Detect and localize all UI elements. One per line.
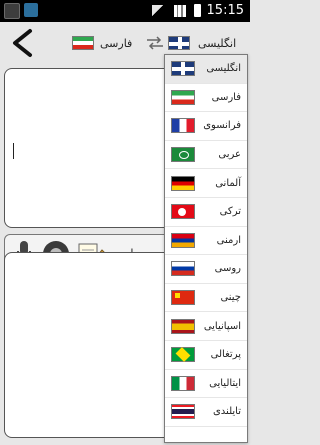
language-option-label: اسپانیایی xyxy=(203,320,241,332)
app-icon xyxy=(24,3,38,17)
language-option-russian[interactable]: روسی xyxy=(165,255,247,284)
brazil-flag-icon xyxy=(171,347,195,363)
language-option-label: ترکی xyxy=(219,206,241,218)
text-caret xyxy=(13,143,14,159)
iran-flag-icon xyxy=(72,36,94,50)
language-option-persian[interactable]: فارسی xyxy=(165,84,247,113)
armenia-flag-icon xyxy=(171,232,195,248)
france-flag-icon xyxy=(171,118,195,134)
status-bar-left-icons xyxy=(4,3,38,19)
language-option-italian[interactable]: ایتالیایی xyxy=(165,370,247,399)
swap-arrows-icon[interactable] xyxy=(146,36,164,50)
chevron-left-icon xyxy=(13,29,32,57)
language-option-spanish[interactable]: اسپانیایی xyxy=(165,312,247,341)
language-option-thai[interactable]: تایلندی xyxy=(165,398,247,427)
language-option-chinese[interactable]: چینی xyxy=(165,284,247,313)
language-option-label: پرتغالی xyxy=(210,349,241,361)
to-language-label: انگلیسی xyxy=(198,36,237,50)
language-option-label: انگلیسی xyxy=(206,63,241,75)
language-option-label: فارسی xyxy=(211,91,241,103)
italy-flag-icon xyxy=(171,375,195,391)
language-option-label: ارمنی xyxy=(216,234,241,246)
china-flag-icon xyxy=(171,290,195,306)
language-option-label: ایتالیایی xyxy=(209,377,241,389)
status-time: 15:15 xyxy=(206,3,244,18)
iran-flag-icon xyxy=(171,89,195,105)
language-option-label: فرانسوی xyxy=(203,120,241,132)
germany-flag-icon xyxy=(171,175,195,191)
russia-flag-icon xyxy=(171,261,195,277)
uk-flag-icon xyxy=(168,36,190,50)
signal-icon xyxy=(173,4,188,17)
language-option-label: روسی xyxy=(214,263,241,275)
language-option-arabic[interactable]: عربی xyxy=(165,141,247,170)
status-bar: 15:15 xyxy=(0,0,250,22)
from-language-label: فارسی xyxy=(100,36,133,50)
turkey-flag-icon xyxy=(171,204,195,220)
language-option-armenian[interactable]: ارمنی xyxy=(165,227,247,256)
uk-flag-icon xyxy=(171,61,195,77)
wifi-icon xyxy=(151,4,168,17)
to-language-selector[interactable]: انگلیسی xyxy=(168,32,248,54)
language-option-turkish[interactable]: ترکی xyxy=(165,198,247,227)
arabic-flag-icon xyxy=(171,147,195,163)
language-option-portuguese[interactable]: پرتغالی xyxy=(165,341,247,370)
language-dropdown: انگلیسی فارسی فرانسوی عربی آلمانی ترکی ا… xyxy=(164,54,248,443)
spain-flag-icon xyxy=(171,318,195,334)
back-button[interactable] xyxy=(8,28,36,58)
language-option-label: عربی xyxy=(218,149,241,161)
language-option-german[interactable]: آلمانی xyxy=(165,169,247,198)
thailand-flag-icon xyxy=(171,404,195,420)
language-option-french[interactable]: فرانسوی xyxy=(165,112,247,141)
language-option-label: تایلندی xyxy=(212,406,241,418)
language-option-english[interactable]: انگلیسی xyxy=(165,55,247,84)
language-option-label: چینی xyxy=(220,292,241,304)
from-language-selector[interactable]: فارسی xyxy=(72,32,142,54)
email-icon xyxy=(4,3,20,19)
battery-icon xyxy=(193,4,201,17)
status-bar-right: 15:15 xyxy=(151,3,244,18)
language-option-label: آلمانی xyxy=(215,177,241,189)
